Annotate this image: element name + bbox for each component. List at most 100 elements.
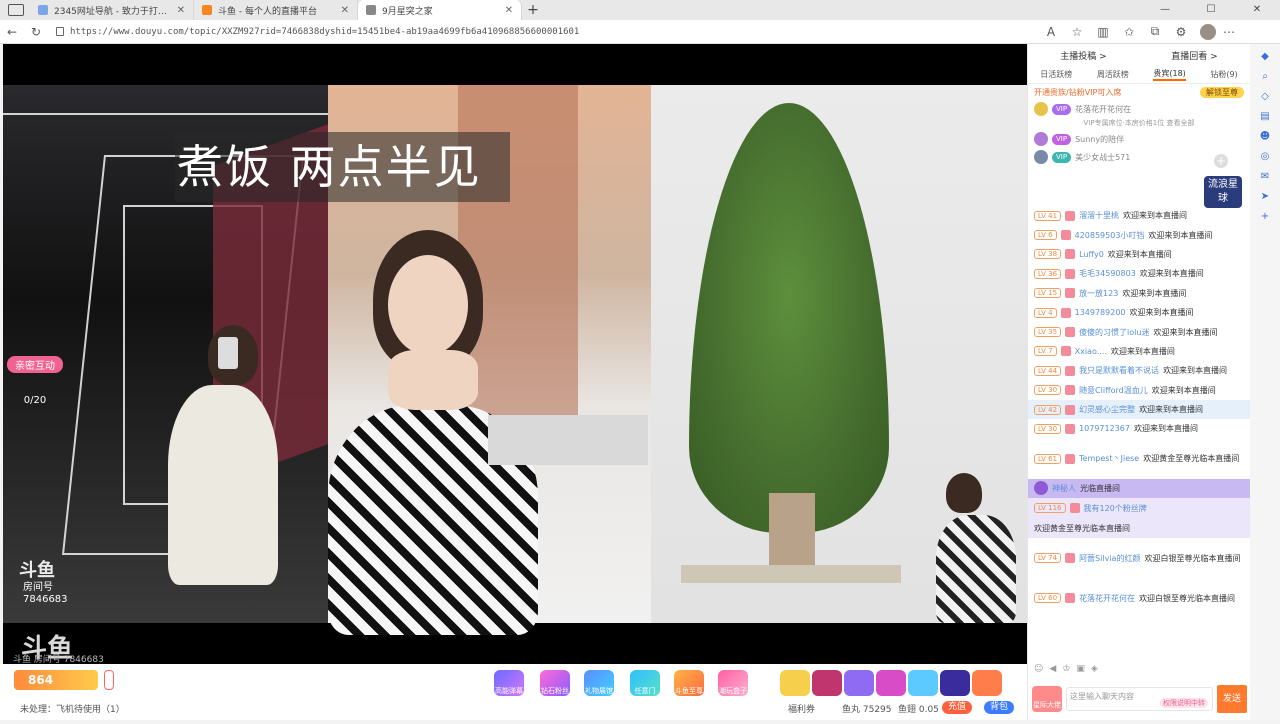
chat-user-name[interactable]: 1079712367 [1079,424,1130,433]
gift-item[interactable] [908,670,938,696]
chat-user-name[interactable]: 阿蔷Silvia的红颜 [1079,553,1140,564]
add-app-icon[interactable]: + [1258,210,1272,224]
close-window-icon[interactable]: ✕ [1234,0,1280,20]
pending-notice[interactable]: 未处理：飞机待使用（1） [20,702,125,715]
vip-seat-row[interactable]: VIP 花落花开花何在 [1028,100,1250,118]
tab-vip-guests[interactable]: 贵宾(18) [1153,68,1186,81]
shield-icon[interactable]: ◈ [1091,664,1098,678]
chat-message[interactable]: LV 41 溜溜十里桃 欢迎来到本直播间 [1028,206,1251,225]
chat-message[interactable]: LV 38 Luffy0 欢迎来到本直播间 [1028,245,1251,264]
read-aloud-icon[interactable]: A [1038,25,1064,39]
browser-tab-2[interactable]: 斗鱼 - 每个人的直播平台 ✕ [194,0,358,20]
people-icon[interactable]: ☻ [1258,130,1272,144]
more-menu-icon[interactable]: ⋯ [1216,25,1242,39]
chat-user-name[interactable]: 随意Clifford温血儿 [1079,385,1148,396]
minimize-icon[interactable]: — [1142,0,1188,20]
maximize-icon[interactable]: ☐ [1188,0,1234,20]
chat-message[interactable]: LV 44 我只是默默看着不说话 欢迎来到本直播间 [1028,361,1251,380]
profile-avatar[interactable] [1200,23,1216,40]
chat-message-list[interactable]: LV 41 溜溜十里桃 欢迎来到本直播间 LV 6 420859503小叮铛 欢迎来到本直… [1028,206,1251,618]
chat-user-name[interactable]: 毛毛34590803 [1079,268,1136,279]
url-field[interactable]: https://www.douyu.com/topic/XXZM927rid=7… [48,23,1038,41]
send-icon[interactable]: ➤ [1258,190,1272,204]
globe-icon[interactable]: ◎ [1258,150,1272,164]
chat-message[interactable]: LV 6 420859503小叮铛 欢迎来到本直播间 [1028,225,1251,244]
chat-user-name[interactable]: 放一放123 [1079,288,1118,299]
window-menu-icon[interactable] [8,4,24,16]
fans-icon[interactable]: ▣ [1076,664,1085,678]
add-icon[interactable]: + [1214,154,1228,168]
task-chip[interactable]: 864 [14,670,98,690]
copilot-icon[interactable]: ◆ [1258,50,1272,64]
backpack-button[interactable]: 背包 [984,701,1015,714]
send-button[interactable]: 发送 [1217,685,1247,713]
tab-daily-rank[interactable]: 日活跃榜 [1040,69,1072,80]
chat-message[interactable]: LV 60 花落花开花何在 欢迎白银至尊光临本直播间 [1028,578,1251,618]
gift-item[interactable] [972,670,1002,696]
tag-icon[interactable]: ◇ [1258,90,1272,104]
chat-message[interactable]: 神秘人 光临直播间 [1028,478,1251,499]
replay-link[interactable]: 直播回看 > [1171,49,1217,62]
tab-close-icon[interactable]: ✕ [177,5,185,16]
chat-input[interactable]: 这里输入聊天内容 权限说明中转 [1066,687,1213,711]
chat-user-name[interactable]: 420859503小叮铛 [1075,230,1145,241]
chat-message[interactable]: LV 61 Tempest丶Jiese 欢迎黄金至尊光临本直播间 [1028,439,1251,479]
chat-user-name[interactable]: 神秘人 [1052,483,1076,494]
favorites-icon[interactable]: ✩ [1116,25,1142,39]
new-tab-button[interactable]: + [522,2,544,18]
chat-user-name[interactable]: 花落花开花何在 [1079,593,1135,604]
gift-item[interactable] [940,670,970,696]
chat-message[interactable]: LV 30 随意Clifford温血儿 欢迎来到本直播间 [1028,381,1251,400]
intimacy-interaction[interactable]: 亲密互动 0/20 [7,356,63,406]
gift-item[interactable] [844,670,874,696]
chat-message[interactable]: LV 30 1079712367 欢迎来到本直播间 [1028,419,1251,438]
emoji-icon[interactable]: ☺ [1034,664,1043,678]
chat-user-name[interactable]: Xxiao.... [1075,347,1107,356]
video-player[interactable]: 煮饭 两点半见 亲密互动 0/20 斗鱼 房间号 7846683 斗鱼 斗鱼 房… [3,44,1027,664]
chat-message[interactable]: LV 74 阿蔷Silvia的红颜 欢迎白银至尊光临本直播间 [1028,538,1251,578]
collections-icon[interactable]: ⧉ [1142,24,1168,39]
wandering-earth-badge[interactable]: 流浪星球 [1204,176,1242,208]
chat-user-name[interactable]: 幻灵感心尘完整 [1079,404,1135,415]
chat-user-name[interactable]: 我有120个粉丝牌 [1084,503,1147,514]
chat-user-name[interactable]: 傻傻的习惯了lolu迷 [1079,327,1149,338]
chat-message[interactable]: LV 36 毛毛34590803 欢迎来到本直播间 [1028,264,1251,283]
browser-tab-1[interactable]: 2345网址导航 - 致力于打造百年 ✕ [30,0,194,20]
chat-message[interactable]: LV 7 Xxiao.... 欢迎来到本直播间 [1028,342,1251,361]
user-avatar[interactable]: 星际大佬 [1032,686,1062,712]
chat-message[interactable]: LV 42 幻灵感心尘完整 欢迎来到本直播间 [1028,399,1251,420]
gift-item[interactable] [876,670,906,696]
chat-user-name[interactable]: Luffy0 [1079,250,1104,259]
tab-close-icon[interactable]: ✕ [505,5,513,16]
search-icon[interactable]: ⌕ [1258,70,1272,84]
crown-icon[interactable]: ♔ [1062,664,1070,678]
chat-message[interactable]: LV 116 我有120个粉丝牌 欢迎黄金至尊光临本直播间 [1028,498,1251,539]
permission-hint[interactable]: 权限说明中转 [1160,698,1208,708]
favorite-star-icon[interactable]: ☆ [1064,25,1090,39]
split-screen-icon[interactable]: ▥ [1090,25,1116,39]
back-icon[interactable]: ← [0,25,24,39]
gift-item[interactable] [780,670,810,696]
unlock-supreme-button[interactable]: 解锁至尊 [1200,86,1244,98]
briefcase-icon[interactable]: ▤ [1258,110,1272,124]
chat-message[interactable]: LV 15 放一放123 欢迎来到本直播间 [1028,284,1251,303]
chat-message[interactable]: LV 4 1349789200 欢迎来到本直播间 [1028,303,1251,322]
chat-user-name[interactable]: 1349789200 [1075,308,1126,317]
outlook-icon[interactable]: ✉ [1258,170,1272,184]
broadcast-icon[interactable]: ◀ [1049,664,1056,678]
gift-item[interactable] [812,670,842,696]
tab-close-icon[interactable]: ✕ [341,5,349,16]
chat-message[interactable]: LV 35 傻傻的习惯了lolu迷 欢迎来到本直播间 [1028,322,1251,341]
chat-user-name[interactable]: 我只是默默看着不说话 [1079,365,1159,376]
extensions-icon[interactable]: ⚙ [1168,25,1194,39]
chat-user-name[interactable]: Tempest丶Jiese [1079,453,1139,464]
tab-diamond-fans[interactable]: 钻粉(9) [1210,69,1237,80]
refresh-icon[interactable]: ↻ [24,25,48,39]
tab-weekly-rank[interactable]: 周活跃榜 [1097,69,1129,80]
anchor-submission-link[interactable]: 主播投稿 > [1060,49,1106,62]
welfare-coupon[interactable]: 福利券 [788,702,815,715]
vip-seat-info[interactable]: VIP专属席位·本房价格1位 查看全部 [1028,118,1250,130]
chat-user-name[interactable]: 溜溜十里桃 [1079,210,1119,221]
browser-tab-3[interactable]: 9月星突之家 ✕ [358,0,522,20]
vip-seat-row[interactable]: VIP Sunny的陪伴 [1028,130,1250,148]
